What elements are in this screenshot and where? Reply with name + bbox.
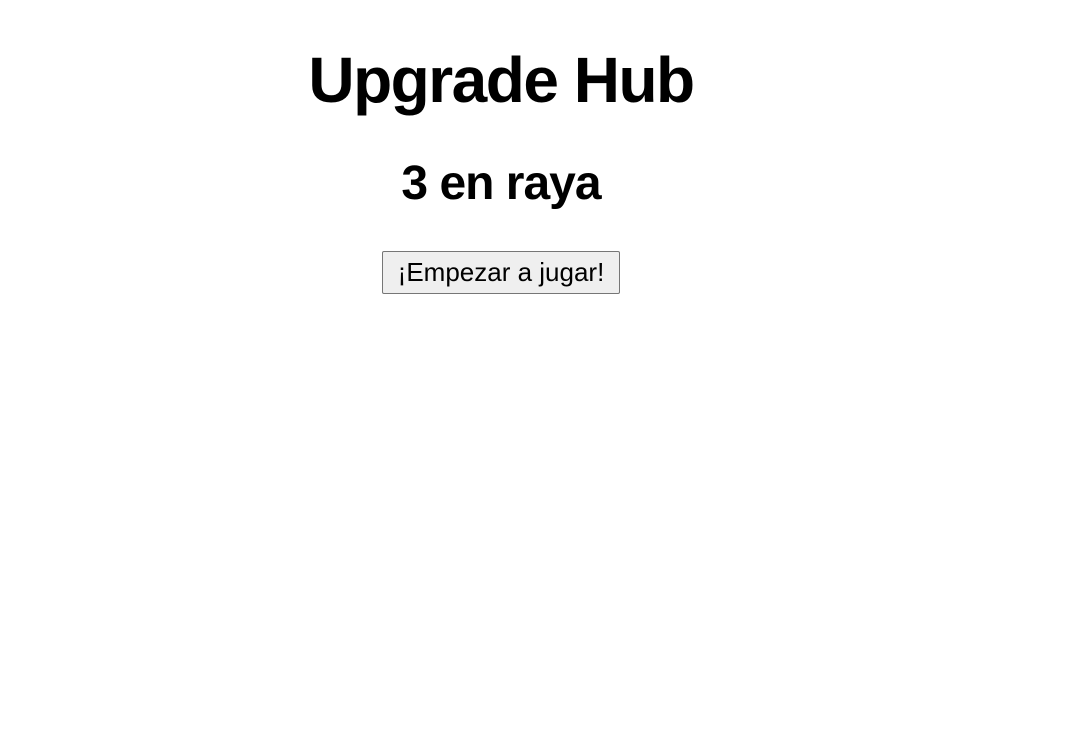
- page: Upgrade Hub 3 en raya ¡Empezar a jugar!: [0, 0, 1072, 740]
- site-title: Upgrade Hub: [308, 44, 695, 116]
- game-title: 3 en raya: [401, 157, 601, 210]
- start-game-button[interactable]: ¡Empezar a jugar!: [381, 251, 621, 294]
- main-column: Upgrade Hub 3 en raya ¡Empezar a jugar!: [0, 0, 1002, 294]
